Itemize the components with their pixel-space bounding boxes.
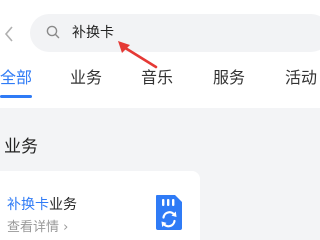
view-details-link[interactable]: 查看详情 › — [7, 219, 68, 237]
result-card-title: 补换卡业务 — [7, 195, 77, 215]
search-icon — [46, 25, 60, 39]
tab-music[interactable]: 音乐 — [141, 66, 173, 90]
chevron-right-icon: › — [63, 220, 69, 235]
header: 补换卡 全部 业务 音乐 服务 活动 — [0, 0, 320, 108]
sim-card-refresh-icon — [156, 195, 182, 230]
result-card-title-highlight: 补换卡 — [7, 197, 49, 213]
search-input[interactable]: 补换卡 — [30, 14, 320, 52]
back-button[interactable] — [0, 20, 18, 48]
search-results-page: 补换卡 全部 业务 音乐 服务 活动 业务 补换卡业务 查看详情 › — [0, 0, 320, 240]
tab-all[interactable]: 全部 — [0, 66, 32, 90]
chevron-left-icon — [4, 26, 13, 42]
result-card-title-rest: 业务 — [49, 197, 77, 213]
section-title: 业务 — [4, 137, 38, 157]
tab-services[interactable]: 服务 — [213, 66, 245, 90]
result-card[interactable]: 补换卡业务 查看详情 › — [0, 171, 200, 240]
tab-business[interactable]: 业务 — [70, 66, 102, 90]
tab-activities[interactable]: 活动 — [285, 66, 317, 90]
active-tab-indicator — [0, 95, 32, 98]
category-tabs: 全部 业务 音乐 服务 活动 — [0, 66, 320, 106]
view-details-label: 查看详情 — [7, 220, 60, 235]
